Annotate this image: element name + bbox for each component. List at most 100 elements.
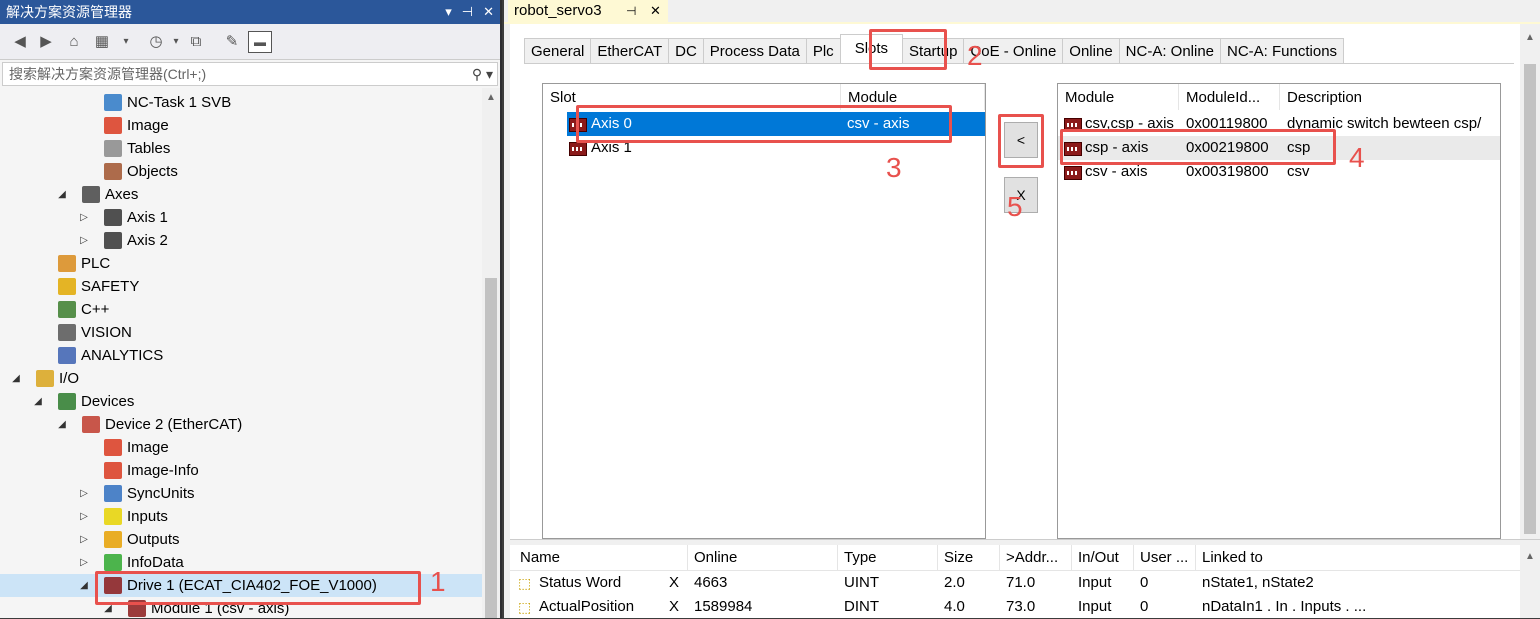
tree-node[interactable]: C++ (0, 298, 482, 321)
search-input[interactable]: 搜索解决方案资源管理器(Ctrl+;) ⚲ ▾ (2, 62, 498, 86)
tree-node[interactable]: Tables (0, 137, 482, 160)
tab-online[interactable]: Online (1062, 38, 1120, 64)
tree-node[interactable]: SAFETY (0, 275, 482, 298)
tree-node[interactable]: Objects (0, 160, 482, 183)
history-icon[interactable]: ◷ (146, 32, 166, 52)
variable-size: 2.0 (944, 574, 965, 591)
collapse-arrow-icon[interactable]: ◢ (78, 574, 90, 597)
tab-nc-a-functions[interactable]: NC-A: Functions (1220, 38, 1345, 64)
size-column-header[interactable]: Size (938, 545, 1000, 571)
chevron-down-icon[interactable]: ▾ (116, 32, 136, 52)
slot-list[interactable]: Slot Module Axis 0 csv - axis Axis 1 (542, 83, 986, 539)
linked-to-column-header[interactable]: Linked to (1196, 545, 1396, 571)
tab-nc-a-online[interactable]: NC-A: Online (1118, 38, 1222, 64)
ethercat-device-icon (82, 416, 100, 433)
variable-linked: nDataIn1 . In . Inputs . ... (1202, 598, 1367, 615)
annotation-number-3: 3 (886, 152, 902, 183)
back-icon[interactable]: ◀ (10, 32, 30, 52)
tree-scrollbar[interactable]: ▲ (482, 88, 500, 618)
tree-node-label: Tables (127, 140, 171, 157)
tree-node[interactable]: ▷ SyncUnits (0, 482, 482, 505)
annotation-box-3 (576, 105, 952, 143)
tree-node[interactable]: ▷ Outputs (0, 528, 482, 551)
io-icon (36, 370, 54, 387)
variable-inout: Input (1078, 598, 1112, 615)
tree-node-label: Image (127, 439, 169, 456)
tab-plc[interactable]: Plc (805, 38, 841, 64)
dropdown-icon[interactable]: ▾ (445, 0, 452, 24)
tab-general[interactable]: General (524, 38, 592, 64)
tree-node[interactable]: VISION (0, 321, 482, 344)
collapse-arrow-icon[interactable]: ◢ (56, 183, 68, 206)
scroll-up-icon[interactable]: ▲ (486, 92, 496, 103)
collapse-all-icon[interactable]: ⧉ (186, 32, 206, 52)
type-column-header[interactable]: Type (838, 545, 938, 571)
chevron-down-icon[interactable]: ▾ (166, 32, 186, 52)
sync-icon (104, 485, 122, 502)
tree-node[interactable]: ◢ Device 2 (EtherCAT) (0, 413, 482, 436)
expand-arrow-icon[interactable]: ▷ (78, 528, 90, 551)
collapse-arrow-icon[interactable]: ◢ (56, 413, 68, 436)
scroll-up-icon[interactable]: ▲ (1525, 551, 1535, 562)
description-column-header[interactable]: Description (1280, 84, 1500, 110)
online-column-header[interactable]: Online (688, 545, 838, 571)
tree-node[interactable]: ◢ I/O (0, 367, 482, 390)
tree-node[interactable]: Image (0, 436, 482, 459)
grid-scrollbar[interactable]: ▲ (1520, 545, 1540, 618)
tree-node[interactable]: ▷ Inputs (0, 505, 482, 528)
tab-dc[interactable]: DC (668, 38, 704, 64)
user-column-header[interactable]: User ... (1134, 545, 1196, 571)
expand-arrow-icon[interactable]: ▷ (78, 482, 90, 505)
tab-ethercat[interactable]: EtherCAT (590, 38, 670, 64)
variable-grid[interactable]: Name Online Type Size >Addr... In/Out Us… (510, 545, 1520, 618)
pin-icon[interactable]: ⊣ (462, 0, 473, 24)
close-icon[interactable]: ✕ (483, 0, 494, 24)
tree-node[interactable]: ANALYTICS (0, 344, 482, 367)
moduleid-column-header[interactable]: ModuleId... (1179, 84, 1280, 110)
module-column-header[interactable]: Module (1058, 84, 1179, 110)
variable-row[interactable]: ⬚ Status Word X 4663 UINT 2.0 71.0 Input… (510, 571, 1520, 595)
variable-row[interactable]: ⬚ ActualPosition X 1589984 DINT 4.0 73.0… (510, 595, 1520, 619)
tree-node[interactable]: ◢ Devices (0, 390, 482, 413)
tab-process-data[interactable]: Process Data (702, 38, 807, 64)
forward-icon[interactable]: ▶ (36, 32, 56, 52)
switch-view-icon[interactable]: ▦ (92, 32, 112, 52)
tree-node-label: Inputs (127, 508, 168, 525)
annotation-number-4: 4 (1349, 142, 1365, 173)
home-icon[interactable]: ⌂ (64, 32, 84, 52)
collapse-arrow-icon[interactable]: ◢ (10, 367, 22, 390)
close-icon[interactable]: ✕ (650, 0, 661, 22)
expand-arrow-icon[interactable]: ▷ (78, 206, 90, 229)
plc-icon (58, 255, 76, 272)
search-icon[interactable]: ⚲ ▾ (472, 63, 493, 85)
scroll-up-icon[interactable]: ▲ (1525, 32, 1535, 43)
inout-column-header[interactable]: In/Out (1072, 545, 1134, 571)
expand-arrow-icon[interactable]: ▷ (78, 229, 90, 252)
solution-explorer-panel: 解决方案资源管理器 ▾ ⊣ ✕ ◀ ▶ ⌂ ▦ ▾ ◷ ▾ ⧉ ✎ ▬ 搜索解决… (0, 0, 502, 618)
variable-address: 71.0 (1006, 574, 1036, 591)
annotation-box-4 (1060, 129, 1336, 165)
scrollbar-thumb[interactable] (1524, 64, 1536, 534)
tree-node[interactable]: NC-Task 1 SVB (0, 91, 482, 114)
solution-explorer-toolbar: ◀ ▶ ⌂ ▦ ▾ ◷ ▾ ⧉ ✎ ▬ (0, 24, 500, 60)
properties-wrench-icon[interactable]: ✎ (222, 32, 242, 52)
document-tab[interactable]: robot_servo3 ⊣ ✕ (508, 0, 668, 22)
tree-node[interactable]: Image (0, 114, 482, 137)
content-scrollbar[interactable]: ▲ (1520, 24, 1540, 539)
preview-icon[interactable]: ▬ (248, 31, 272, 53)
scrollbar-thumb[interactable] (485, 278, 497, 618)
tree-node[interactable]: ▷ Axis 1 (0, 206, 482, 229)
tree-node[interactable]: ◢ Axes (0, 183, 482, 206)
collapse-arrow-icon[interactable]: ◢ (32, 390, 44, 413)
pin-icon[interactable]: ⊣ (626, 0, 636, 22)
image-icon (104, 117, 122, 134)
tree-node[interactable]: ▷ Axis 2 (0, 229, 482, 252)
tree-node[interactable]: PLC (0, 252, 482, 275)
name-column-header[interactable]: Name (514, 545, 688, 571)
tree-node[interactable]: Image-Info (0, 459, 482, 482)
annotation-number-5: 5 (1007, 191, 1023, 222)
expand-arrow-icon[interactable]: ▷ (78, 505, 90, 528)
address-column-header[interactable]: >Addr... (1000, 545, 1072, 571)
expand-arrow-icon[interactable]: ▷ (78, 551, 90, 574)
annotation-box-1 (95, 571, 421, 605)
